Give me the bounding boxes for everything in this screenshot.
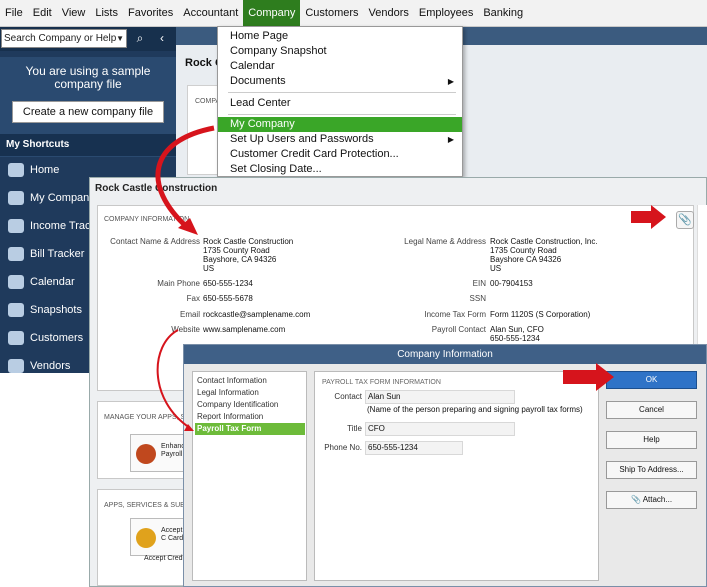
- arrow-to-ok: [563, 363, 614, 391]
- curved-arrow-page-to-dialog: [156, 329, 191, 429]
- annotation-arrows: [155, 125, 666, 431]
- arrow-to-attach: [631, 205, 666, 229]
- curved-arrow-menu-to-page: [155, 125, 215, 230]
